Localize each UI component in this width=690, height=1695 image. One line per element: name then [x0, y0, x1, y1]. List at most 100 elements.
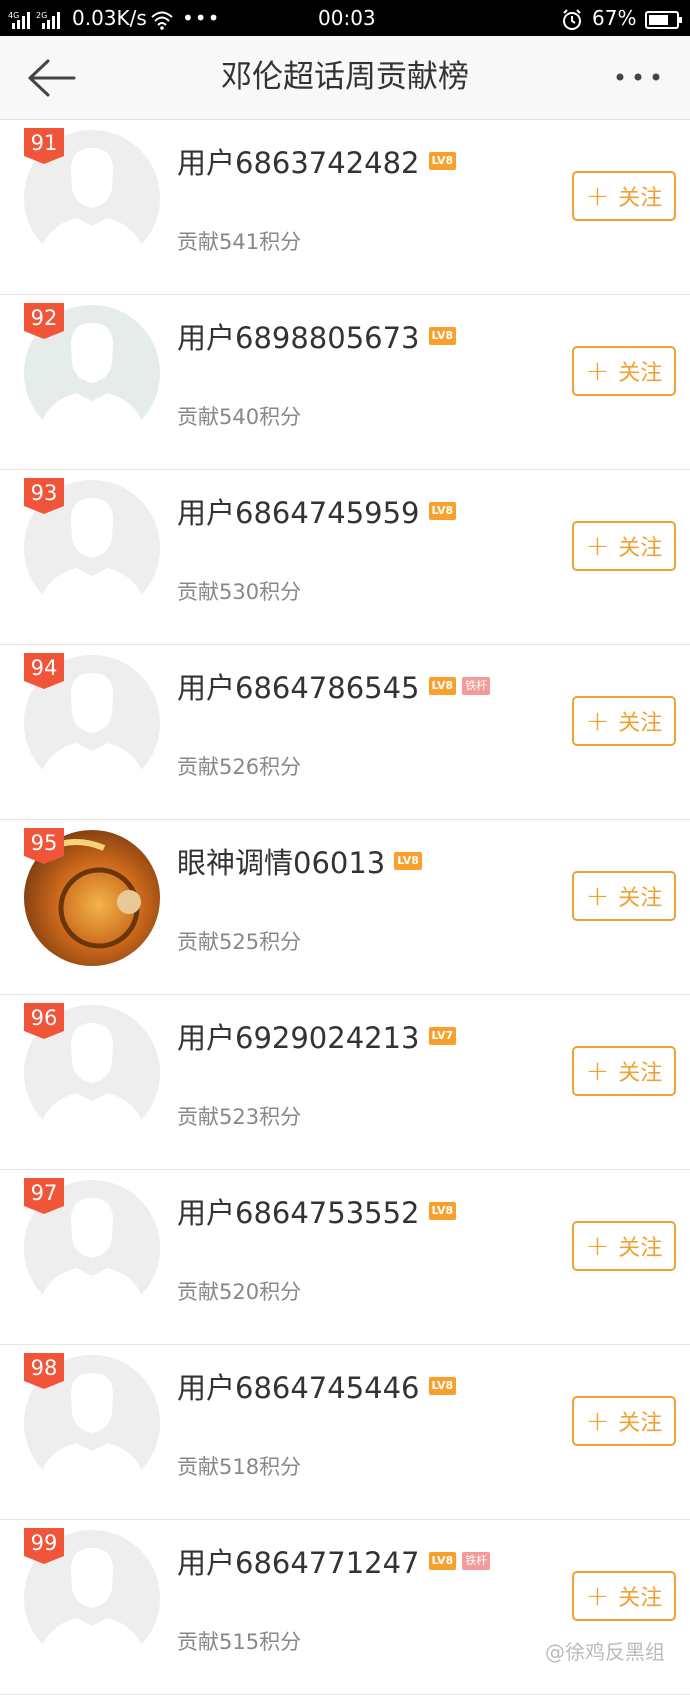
level-badge: LV8 — [428, 1377, 457, 1395]
status-dots: ••• — [182, 6, 221, 30]
rank-number: 98 — [30, 1356, 58, 1380]
user-name[interactable]: 用户6864786545 — [177, 665, 420, 707]
user-name-line: 用户6929024213 LV7 — [177, 1015, 457, 1057]
user-name-line: 用户6864771247 LV8 铁杆 — [177, 1540, 491, 1582]
contribution-score: 贡献525积分 — [177, 930, 302, 954]
user-name[interactable]: 用户6864745959 — [177, 490, 420, 532]
follow-label: 关注 — [618, 186, 663, 211]
follow-label: 关注 — [618, 886, 663, 911]
contribution-score: 贡献526积分 — [177, 755, 302, 779]
rank-badge: 95 — [24, 828, 64, 864]
plus-icon: + — [585, 879, 610, 912]
follow-button[interactable]: + 关注 — [572, 871, 676, 921]
watermark: @徐鸡反黑组 — [545, 1640, 665, 1664]
rank-number: 96 — [30, 1006, 58, 1030]
user-name-line: 用户6864786545 LV8 铁杆 — [177, 665, 491, 707]
rank-badge: 98 — [24, 1353, 64, 1389]
net-speed: 0.03K/s — [72, 6, 147, 30]
user-name-line: 用户6863742482 LV8 — [177, 140, 457, 182]
rank-badge: 96 — [24, 1003, 64, 1039]
user-name-line: 用户6864745959 LV8 — [177, 490, 457, 532]
rank-number: 94 — [30, 656, 58, 680]
nav-bar: 邓伦超话周贡献榜 — [0, 36, 690, 120]
list-item[interactable]: 91 用户6863742482 LV8 贡献541积分 + 关注 — [0, 120, 690, 295]
level-badge: LV8 — [428, 677, 457, 695]
contribution-score: 贡献523积分 — [177, 1105, 302, 1129]
follow-label: 关注 — [618, 711, 663, 736]
user-name[interactable]: 用户6864771247 — [177, 1540, 420, 1582]
tiegan-badge: 铁杆 — [462, 677, 491, 695]
user-name-line: 用户6864745446 LV8 — [177, 1365, 457, 1407]
user-name[interactable]: 用户6929024213 — [177, 1015, 420, 1057]
list-item[interactable]: 98 用户6864745446 LV8 贡献518积分 + 关注 — [0, 1345, 690, 1520]
follow-button[interactable]: + 关注 — [572, 1221, 676, 1271]
alarm-icon — [561, 0, 583, 36]
rank-badge: 93 — [24, 478, 64, 514]
user-name[interactable]: 眼神调情06013 — [177, 840, 385, 882]
rank-badge: 97 — [24, 1178, 64, 1214]
contribution-score: 贡献518积分 — [177, 1455, 302, 1479]
rank-badge: 92 — [24, 303, 64, 339]
user-name[interactable]: 用户6898805673 — [177, 315, 420, 357]
rank-number: 95 — [30, 831, 58, 855]
battery-icon — [645, 0, 683, 36]
contribution-score: 贡献520积分 — [177, 1280, 302, 1304]
user-name-line: 用户6864753552 LV8 — [177, 1190, 457, 1232]
contribution-score: 贡献541积分 — [177, 230, 302, 254]
follow-label: 关注 — [618, 536, 663, 561]
wifi-icon — [150, 0, 174, 36]
signal-4g-icon: 4G — [8, 0, 34, 36]
plus-icon: + — [585, 1579, 610, 1612]
user-name-line: 眼神调情06013 LV8 — [177, 840, 422, 882]
rank-number: 97 — [30, 1181, 58, 1205]
follow-button[interactable]: + 关注 — [572, 171, 676, 221]
list-item[interactable]: 95 眼神调情06013 LV8 贡献525积分 + 关注 — [0, 820, 690, 995]
user-name-line: 用户6898805673 LV8 — [177, 315, 457, 357]
rank-badge: 94 — [24, 653, 64, 689]
svg-text:4G: 4G — [8, 11, 19, 20]
follow-button[interactable]: + 关注 — [572, 1046, 676, 1096]
list-item[interactable]: 94 用户6864786545 LV8 铁杆贡献526积分 + 关注 — [0, 645, 690, 820]
level-badge: LV8 — [428, 327, 457, 345]
plus-icon: + — [585, 704, 610, 737]
level-badge: LV8 — [428, 1202, 457, 1220]
contribution-score: 贡献515积分 — [177, 1630, 302, 1654]
list-item[interactable]: 92 用户6898805673 LV8 贡献540积分 + 关注 — [0, 295, 690, 470]
clock-time: 00:03 — [318, 6, 376, 30]
user-name[interactable]: 用户6864745446 — [177, 1365, 420, 1407]
follow-button[interactable]: + 关注 — [572, 1396, 676, 1446]
rank-number: 93 — [30, 481, 58, 505]
svg-text:2G: 2G — [36, 11, 47, 20]
follow-button[interactable]: + 关注 — [572, 1571, 676, 1621]
follow-label: 关注 — [618, 1061, 663, 1086]
list-item[interactable]: 97 用户6864753552 LV8 贡献520积分 + 关注 — [0, 1170, 690, 1345]
plus-icon: + — [585, 179, 610, 212]
follow-button[interactable]: + 关注 — [572, 696, 676, 746]
user-name[interactable]: 用户6864753552 — [177, 1190, 420, 1232]
rank-number: 92 — [30, 306, 58, 330]
page-title: 邓伦超话周贡献榜 — [221, 59, 469, 95]
battery-percent: 67% — [592, 6, 637, 30]
follow-label: 关注 — [618, 1586, 663, 1611]
plus-icon: + — [585, 1404, 610, 1437]
more-options-icon[interactable] — [612, 66, 664, 88]
list-item[interactable]: 93 用户6864745959 LV8 贡献530积分 + 关注 — [0, 470, 690, 645]
rank-number: 99 — [30, 1531, 58, 1555]
level-badge: LV8 — [428, 152, 457, 170]
plus-icon: + — [585, 354, 610, 387]
tiegan-badge: 铁杆 — [462, 1552, 491, 1570]
level-badge: LV8 — [428, 1552, 457, 1570]
level-badge: LV7 — [428, 1027, 457, 1045]
signal-2g-icon: 2G — [36, 0, 66, 36]
user-name[interactable]: 用户6863742482 — [177, 140, 420, 182]
follow-button[interactable]: + 关注 — [572, 346, 676, 396]
follow-label: 关注 — [618, 361, 663, 386]
contribution-list: 91 用户6863742482 LV8 贡献541积分 + 关注 92 用户689880567… — [0, 120, 690, 1695]
rank-number: 91 — [30, 131, 58, 155]
follow-button[interactable]: + 关注 — [572, 521, 676, 571]
contribution-score: 贡献540积分 — [177, 405, 302, 429]
plus-icon: + — [585, 1229, 610, 1262]
list-item[interactable]: 96 用户6929024213 LV7 贡献523积分 + 关注 — [0, 995, 690, 1170]
status-bar: 4G 2G 0.03K/s ••• 00:03 67% — [0, 0, 690, 36]
contribution-score: 贡献530积分 — [177, 580, 302, 604]
